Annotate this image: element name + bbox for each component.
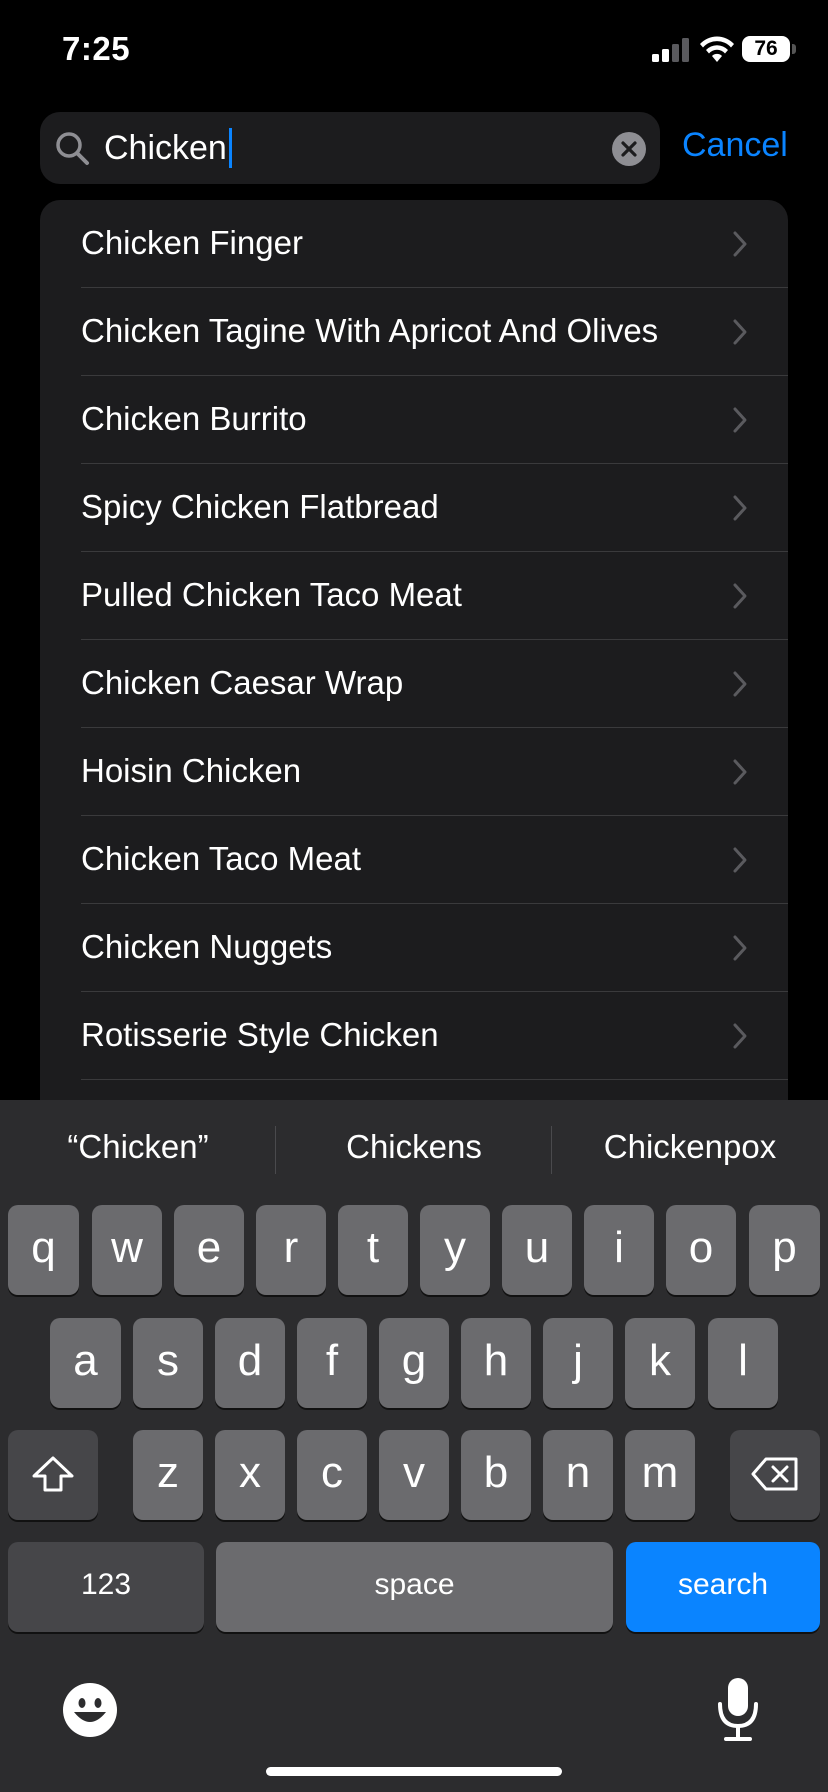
chevron-right-icon	[733, 407, 747, 433]
backspace-icon	[751, 1457, 798, 1491]
list-item-label: Pulled Chicken Taco Meat	[81, 576, 462, 613]
suggestion-2[interactable]: Chickens	[276, 1128, 552, 1166]
list-item-label: Chicken Finger	[81, 224, 303, 261]
emoji-icon[interactable]	[62, 1682, 118, 1738]
list-item[interactable]: Rotisserie Style Chicken	[40, 992, 788, 1080]
key-w[interactable]: w	[92, 1205, 162, 1295]
clear-x-icon	[621, 141, 637, 157]
chevron-right-icon	[733, 1023, 747, 1049]
search-input[interactable]: Chicken	[104, 128, 232, 168]
cellular-signal-icon	[652, 38, 689, 62]
chevron-right-icon	[733, 759, 747, 785]
chevron-right-icon	[733, 319, 747, 345]
key-s[interactable]: s	[133, 1318, 203, 1408]
home-indicator[interactable]	[266, 1767, 562, 1776]
list-item-label: Rotisserie Style Chicken	[81, 1016, 439, 1053]
key-m[interactable]: m	[625, 1430, 695, 1520]
wifi-icon	[700, 36, 734, 62]
key-a[interactable]: a	[50, 1318, 121, 1408]
suggestion-1[interactable]: “Chicken”	[0, 1128, 276, 1166]
key-v[interactable]: v	[379, 1430, 449, 1520]
list-item[interactable]: Chicken Nuggets	[40, 904, 788, 992]
search-input-value: Chicken	[104, 128, 227, 167]
space-key[interactable]: space	[216, 1542, 613, 1632]
list-item[interactable]: Chicken Tagine With Apricot And Olives	[40, 288, 788, 376]
key-q[interactable]: q	[8, 1205, 79, 1295]
chevron-right-icon	[733, 847, 747, 873]
key-x[interactable]: x	[215, 1430, 285, 1520]
chevron-right-icon	[733, 495, 747, 521]
battery-level: 76	[742, 36, 790, 62]
key-o[interactable]: o	[666, 1205, 736, 1295]
chevron-right-icon	[733, 671, 747, 697]
clear-search-button[interactable]	[612, 132, 646, 166]
key-k[interactable]: k	[625, 1318, 695, 1408]
chevron-right-icon	[733, 583, 747, 609]
key-u[interactable]: u	[502, 1205, 572, 1295]
list-item-label: Chicken Caesar Wrap	[81, 664, 404, 701]
key-b[interactable]: b	[461, 1430, 531, 1520]
key-n[interactable]: n	[543, 1430, 613, 1520]
delete-key[interactable]	[730, 1430, 820, 1520]
search-icon	[56, 132, 89, 165]
chevron-right-icon	[733, 935, 747, 961]
key-f[interactable]: f	[297, 1318, 367, 1408]
key-h[interactable]: h	[461, 1318, 531, 1408]
key-p[interactable]: p	[749, 1205, 820, 1295]
cancel-button[interactable]: Cancel	[682, 126, 788, 165]
status-time: 7:25	[62, 30, 131, 67]
list-item-label: Hoisin Chicken	[81, 752, 302, 789]
key-t[interactable]: t	[338, 1205, 408, 1295]
list-item[interactable]: Chicken Taco Meat	[40, 816, 788, 904]
status-bar: 7:25 76	[0, 0, 828, 100]
list-item-label: Chicken Taco Meat	[81, 840, 362, 877]
list-item[interactable]: Chicken Burrito	[40, 376, 788, 464]
chevron-right-icon	[733, 231, 747, 257]
predictive-text-bar: “Chicken” Chickens Chickenpox	[0, 1100, 828, 1200]
search-results-list: Chicken Finger Chicken Tagine With Apric…	[40, 200, 788, 1100]
row-separator	[81, 1079, 788, 1080]
key-y[interactable]: y	[420, 1205, 490, 1295]
list-item[interactable]: Hoisin Chicken	[40, 728, 788, 816]
suggestion-3[interactable]: Chickenpox	[552, 1128, 828, 1166]
key-g[interactable]: g	[379, 1318, 449, 1408]
list-item-label: Chicken Tagine With Apricot And Olives	[81, 312, 659, 349]
shift-key[interactable]	[8, 1430, 98, 1520]
shift-arrow-icon	[32, 1456, 74, 1492]
battery-tip	[792, 44, 796, 54]
text-caret	[228, 128, 232, 168]
list-item-label: Spicy Chicken Flatbread	[81, 488, 439, 525]
key-z[interactable]: z	[133, 1430, 203, 1520]
search-key[interactable]: search	[626, 1542, 820, 1632]
list-item[interactable]: Spicy Chicken Flatbread	[40, 464, 788, 552]
key-d[interactable]: d	[215, 1318, 285, 1408]
keyboard: “Chicken” Chickens Chickenpox q w e r t …	[0, 1100, 828, 1792]
key-j[interactable]: j	[543, 1318, 613, 1408]
key-e[interactable]: e	[174, 1205, 244, 1295]
key-l[interactable]: l	[708, 1318, 778, 1408]
list-item[interactable]: Pulled Chicken Taco Meat	[40, 552, 788, 640]
key-i[interactable]: i	[584, 1205, 654, 1295]
list-item[interactable]: Chicken Caesar Wrap	[40, 640, 788, 728]
key-c[interactable]: c	[297, 1430, 367, 1520]
list-item[interactable]: Chicken Finger	[40, 200, 788, 288]
numbers-key[interactable]: 123	[8, 1542, 204, 1632]
list-item-label: Chicken Nuggets	[81, 928, 333, 965]
key-r[interactable]: r	[256, 1205, 326, 1295]
search-field[interactable]: Chicken	[40, 112, 660, 184]
list-item-label: Chicken Burrito	[81, 400, 307, 437]
microphone-icon[interactable]	[716, 1676, 760, 1742]
